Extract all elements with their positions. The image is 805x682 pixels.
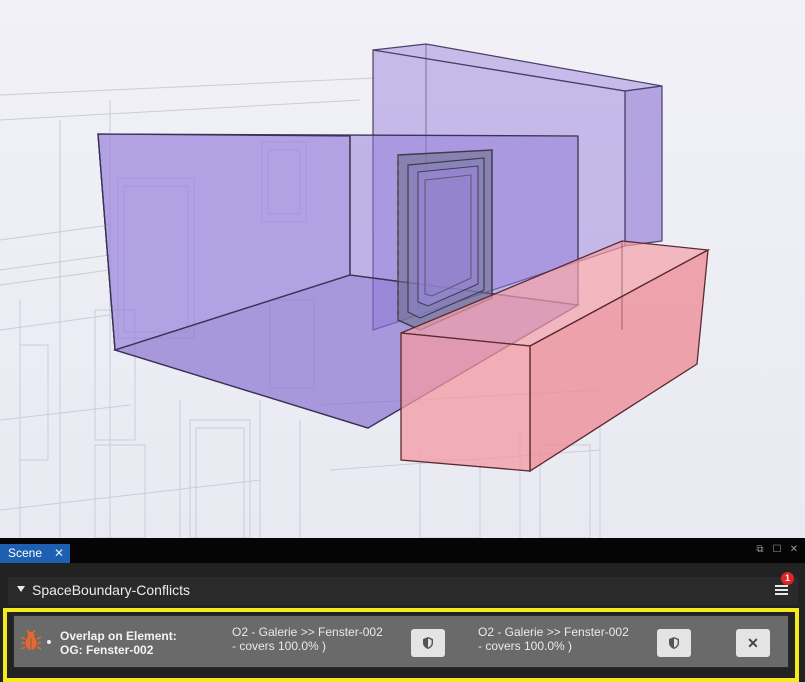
tab-scene[interactable]: Scene ✕ — [0, 544, 70, 563]
panel-tabbar: Scene ✕ ⧉ ☐ ✕ — [0, 538, 805, 563]
notification-badge: 1 — [781, 572, 794, 585]
conflict-detail-1: O2 - Galerie >> Fenster-002 - covers 100… — [232, 625, 383, 653]
dismiss-button[interactable]: ✕ — [736, 629, 770, 657]
close-window-icon[interactable]: ✕ — [789, 545, 799, 555]
isolate-button-1[interactable] — [411, 629, 445, 657]
tab-close-icon[interactable]: ✕ — [53, 544, 65, 563]
bug-icon — [20, 629, 42, 652]
conflict-row[interactable]: Overlap on Element: OG: Fenster-002 O2 -… — [13, 615, 789, 668]
scene-panel: Scene ✕ ⧉ ☐ ✕ SpaceBoundary-Conflicts 1 — [0, 538, 805, 682]
conflict-tree-header[interactable]: SpaceBoundary-Conflicts — [8, 577, 798, 605]
isolate-button-2[interactable] — [657, 629, 691, 657]
bullet — [47, 640, 51, 644]
conflict-detail-2: O2 - Galerie >> Fenster-002 - covers 100… — [478, 625, 629, 653]
highlight-frame: Overlap on Element: OG: Fenster-002 O2 -… — [3, 608, 799, 682]
tab-scene-label: Scene — [8, 546, 43, 560]
tree-title: SpaceBoundary-Conflicts — [32, 582, 190, 598]
maximize-window-icon[interactable]: ☐ — [772, 545, 782, 555]
shield-icon — [423, 637, 433, 649]
conflict-type: Overlap on Element: — [60, 629, 177, 643]
float-window-icon[interactable]: ⧉ — [755, 545, 765, 555]
conflict-element: OG: Fenster-002 — [60, 643, 154, 657]
3d-viewport[interactable] — [0, 0, 805, 538]
collapse-arrow-icon[interactable] — [17, 586, 25, 592]
shield-icon — [669, 637, 679, 649]
scene-render — [0, 43, 711, 538]
